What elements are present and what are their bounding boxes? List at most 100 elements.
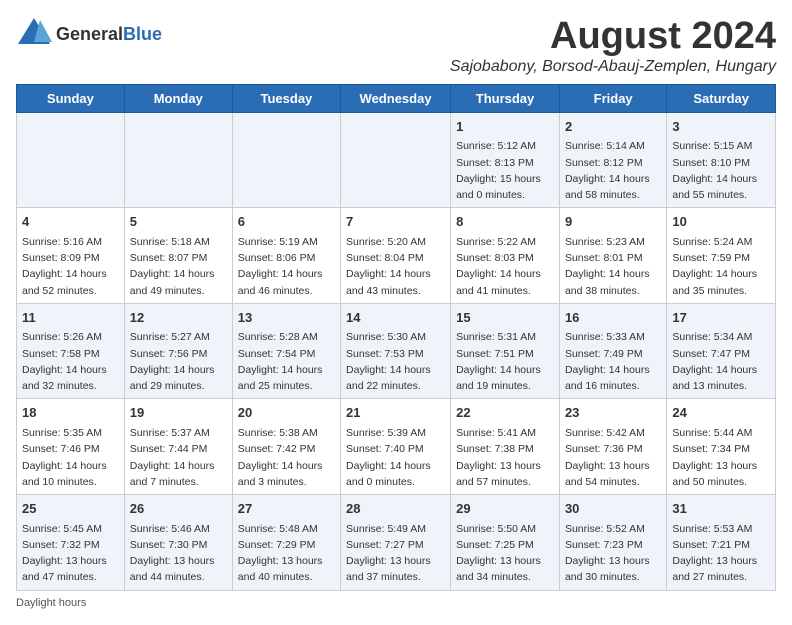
calendar-cell: 24Sunrise: 5:44 AM Sunset: 7:34 PM Dayli…: [667, 399, 776, 495]
day-info: Sunrise: 5:12 AM Sunset: 8:13 PM Dayligh…: [456, 138, 554, 203]
day-number: 12: [130, 308, 227, 328]
day-info: Sunrise: 5:34 AM Sunset: 7:47 PM Dayligh…: [672, 329, 770, 394]
logo: GeneralBlue: [16, 16, 162, 52]
day-info: Sunrise: 5:30 AM Sunset: 7:53 PM Dayligh…: [346, 329, 445, 394]
weekday-header: Saturday: [667, 84, 776, 112]
calendar-cell: 14Sunrise: 5:30 AM Sunset: 7:53 PM Dayli…: [341, 303, 451, 399]
calendar-cell: 19Sunrise: 5:37 AM Sunset: 7:44 PM Dayli…: [124, 399, 232, 495]
weekday-header: Monday: [124, 84, 232, 112]
calendar-cell: 6Sunrise: 5:19 AM Sunset: 8:06 PM Daylig…: [232, 208, 340, 304]
calendar-cell: 16Sunrise: 5:33 AM Sunset: 7:49 PM Dayli…: [559, 303, 666, 399]
calendar-cell: 30Sunrise: 5:52 AM Sunset: 7:23 PM Dayli…: [559, 495, 666, 591]
calendar-table: SundayMondayTuesdayWednesdayThursdayFrid…: [16, 84, 776, 591]
day-info: Sunrise: 5:41 AM Sunset: 7:38 PM Dayligh…: [456, 425, 554, 490]
calendar-cell: 28Sunrise: 5:49 AM Sunset: 7:27 PM Dayli…: [341, 495, 451, 591]
day-info: Sunrise: 5:22 AM Sunset: 8:03 PM Dayligh…: [456, 234, 554, 299]
day-info: Sunrise: 5:23 AM Sunset: 8:01 PM Dayligh…: [565, 234, 661, 299]
day-info: Sunrise: 5:50 AM Sunset: 7:25 PM Dayligh…: [456, 521, 554, 586]
day-info: Sunrise: 5:46 AM Sunset: 7:30 PM Dayligh…: [130, 521, 227, 586]
day-number: 15: [456, 308, 554, 328]
day-number: 29: [456, 499, 554, 519]
calendar-cell: 27Sunrise: 5:48 AM Sunset: 7:29 PM Dayli…: [232, 495, 340, 591]
weekday-header: Friday: [559, 84, 666, 112]
day-number: 26: [130, 499, 227, 519]
day-number: 23: [565, 403, 661, 423]
day-number: 21: [346, 403, 445, 423]
calendar-cell: 4Sunrise: 5:16 AM Sunset: 8:09 PM Daylig…: [17, 208, 125, 304]
day-info: Sunrise: 5:38 AM Sunset: 7:42 PM Dayligh…: [238, 425, 335, 490]
calendar-cell: 29Sunrise: 5:50 AM Sunset: 7:25 PM Dayli…: [451, 495, 560, 591]
calendar-cell: 11Sunrise: 5:26 AM Sunset: 7:58 PM Dayli…: [17, 303, 125, 399]
day-number: 4: [22, 212, 119, 232]
day-number: 9: [565, 212, 661, 232]
day-info: Sunrise: 5:45 AM Sunset: 7:32 PM Dayligh…: [22, 521, 119, 586]
location-subtitle: Sajobabony, Borsod-Abauj-Zemplen, Hungar…: [450, 58, 776, 76]
calendar-cell: 10Sunrise: 5:24 AM Sunset: 7:59 PM Dayli…: [667, 208, 776, 304]
day-info: Sunrise: 5:16 AM Sunset: 8:09 PM Dayligh…: [22, 234, 119, 299]
day-number: 19: [130, 403, 227, 423]
day-info: Sunrise: 5:48 AM Sunset: 7:29 PM Dayligh…: [238, 521, 335, 586]
logo-icon: [16, 16, 52, 52]
calendar-cell: [124, 112, 232, 208]
day-number: 18: [22, 403, 119, 423]
page-header: GeneralBlue August 2024 Sajobabony, Bors…: [16, 16, 776, 76]
calendar-cell: 18Sunrise: 5:35 AM Sunset: 7:46 PM Dayli…: [17, 399, 125, 495]
calendar-cell: 15Sunrise: 5:31 AM Sunset: 7:51 PM Dayli…: [451, 303, 560, 399]
day-info: Sunrise: 5:26 AM Sunset: 7:58 PM Dayligh…: [22, 329, 119, 394]
day-number: 22: [456, 403, 554, 423]
day-info: Sunrise: 5:44 AM Sunset: 7:34 PM Dayligh…: [672, 425, 770, 490]
calendar-cell: [17, 112, 125, 208]
day-info: Sunrise: 5:42 AM Sunset: 7:36 PM Dayligh…: [565, 425, 661, 490]
logo-blue: Blue: [123, 24, 162, 44]
calendar-cell: 1Sunrise: 5:12 AM Sunset: 8:13 PM Daylig…: [451, 112, 560, 208]
day-info: Sunrise: 5:49 AM Sunset: 7:27 PM Dayligh…: [346, 521, 445, 586]
day-number: 27: [238, 499, 335, 519]
weekday-header: Thursday: [451, 84, 560, 112]
day-number: 10: [672, 212, 770, 232]
day-number: 3: [672, 117, 770, 137]
weekday-header: Tuesday: [232, 84, 340, 112]
calendar-cell: 13Sunrise: 5:28 AM Sunset: 7:54 PM Dayli…: [232, 303, 340, 399]
logo-general: General: [56, 24, 123, 44]
calendar-cell: 2Sunrise: 5:14 AM Sunset: 8:12 PM Daylig…: [559, 112, 666, 208]
calendar-cell: 5Sunrise: 5:18 AM Sunset: 8:07 PM Daylig…: [124, 208, 232, 304]
day-number: 7: [346, 212, 445, 232]
calendar-cell: 22Sunrise: 5:41 AM Sunset: 7:38 PM Dayli…: [451, 399, 560, 495]
calendar-cell: [232, 112, 340, 208]
day-number: 16: [565, 308, 661, 328]
day-info: Sunrise: 5:33 AM Sunset: 7:49 PM Dayligh…: [565, 329, 661, 394]
weekday-header: Wednesday: [341, 84, 451, 112]
calendar-cell: 9Sunrise: 5:23 AM Sunset: 8:01 PM Daylig…: [559, 208, 666, 304]
day-info: Sunrise: 5:24 AM Sunset: 7:59 PM Dayligh…: [672, 234, 770, 299]
weekday-header: Sunday: [17, 84, 125, 112]
day-info: Sunrise: 5:37 AM Sunset: 7:44 PM Dayligh…: [130, 425, 227, 490]
day-number: 8: [456, 212, 554, 232]
day-info: Sunrise: 5:53 AM Sunset: 7:21 PM Dayligh…: [672, 521, 770, 586]
day-number: 14: [346, 308, 445, 328]
day-info: Sunrise: 5:28 AM Sunset: 7:54 PM Dayligh…: [238, 329, 335, 394]
calendar-cell: 12Sunrise: 5:27 AM Sunset: 7:56 PM Dayli…: [124, 303, 232, 399]
calendar-cell: [341, 112, 451, 208]
calendar-cell: 17Sunrise: 5:34 AM Sunset: 7:47 PM Dayli…: [667, 303, 776, 399]
calendar-cell: 26Sunrise: 5:46 AM Sunset: 7:30 PM Dayli…: [124, 495, 232, 591]
calendar-cell: 20Sunrise: 5:38 AM Sunset: 7:42 PM Dayli…: [232, 399, 340, 495]
day-info: Sunrise: 5:18 AM Sunset: 8:07 PM Dayligh…: [130, 234, 227, 299]
day-number: 24: [672, 403, 770, 423]
day-info: Sunrise: 5:39 AM Sunset: 7:40 PM Dayligh…: [346, 425, 445, 490]
calendar-cell: 31Sunrise: 5:53 AM Sunset: 7:21 PM Dayli…: [667, 495, 776, 591]
day-info: Sunrise: 5:31 AM Sunset: 7:51 PM Dayligh…: [456, 329, 554, 394]
title-area: August 2024 Sajobabony, Borsod-Abauj-Zem…: [450, 16, 776, 76]
day-info: Sunrise: 5:52 AM Sunset: 7:23 PM Dayligh…: [565, 521, 661, 586]
day-info: Sunrise: 5:15 AM Sunset: 8:10 PM Dayligh…: [672, 138, 770, 203]
day-info: Sunrise: 5:35 AM Sunset: 7:46 PM Dayligh…: [22, 425, 119, 490]
day-info: Sunrise: 5:19 AM Sunset: 8:06 PM Dayligh…: [238, 234, 335, 299]
day-number: 20: [238, 403, 335, 423]
day-number: 28: [346, 499, 445, 519]
day-number: 5: [130, 212, 227, 232]
day-number: 13: [238, 308, 335, 328]
calendar-cell: 25Sunrise: 5:45 AM Sunset: 7:32 PM Dayli…: [17, 495, 125, 591]
day-number: 1: [456, 117, 554, 137]
day-info: Sunrise: 5:14 AM Sunset: 8:12 PM Dayligh…: [565, 138, 661, 203]
calendar-cell: 8Sunrise: 5:22 AM Sunset: 8:03 PM Daylig…: [451, 208, 560, 304]
day-number: 11: [22, 308, 119, 328]
